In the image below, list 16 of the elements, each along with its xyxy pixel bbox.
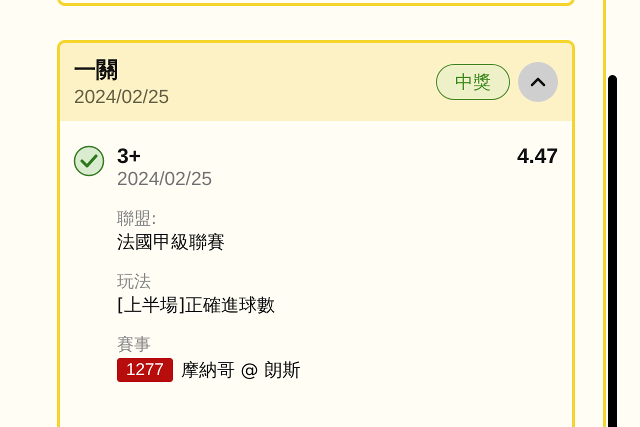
caret-icon xyxy=(530,77,546,87)
event-name: 摩納哥 @ 朗斯 xyxy=(180,359,300,382)
scrollbar[interactable] xyxy=(608,75,617,427)
field-label: 玩法 xyxy=(117,271,152,293)
ticket-date: 2024/02/25 xyxy=(74,87,170,109)
status-badge: 中獎 xyxy=(436,64,510,100)
ticket-title: 一關 xyxy=(74,57,119,85)
odds: 4.47 xyxy=(517,145,558,169)
field-value: [上半場]正確進球數 xyxy=(117,294,276,317)
selection: 3+ xyxy=(117,145,141,169)
field-label: 賽事 xyxy=(117,334,152,356)
collapse-button[interactable] xyxy=(518,62,558,102)
event-code: 1277 xyxy=(117,358,173,382)
leg-date: 2024/02/25 xyxy=(117,169,214,191)
field-label: 聯盟: xyxy=(117,208,158,230)
field-value: 法國甲級聯賽 xyxy=(117,231,226,254)
